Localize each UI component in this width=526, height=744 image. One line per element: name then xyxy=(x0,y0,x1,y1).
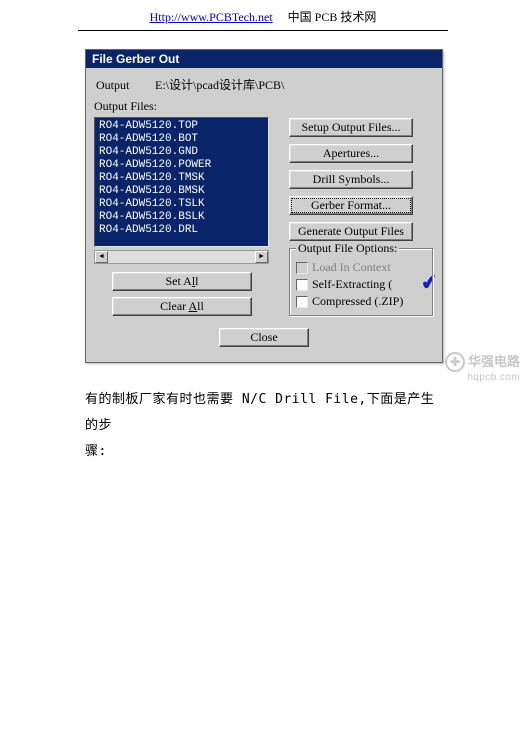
list-item[interactable]: RO4-ADW5120.DRL xyxy=(99,224,264,237)
gerber-format-button[interactable]: Gerber Format... xyxy=(289,196,413,215)
page-header: Http://www.PCBTech.net 中国 PCB 技术网 xyxy=(0,0,526,28)
watermark-url: hqpcb.com xyxy=(445,372,520,384)
dialog-gerber-out: File Gerber Out Output E:\设计\pcad设计库\PCB… xyxy=(85,49,443,363)
list-item[interactable]: RO4-ADW5120.TOP xyxy=(99,120,264,133)
watermark: ✚ 华强电路 hqpcb.com xyxy=(445,352,520,384)
output-files-list[interactable]: RO4-ADW5120.TOP RO4-ADW5120.BOT RO4-ADW5… xyxy=(94,117,269,247)
set-all-button[interactable]: Set All xyxy=(112,272,252,291)
h-scrollbar[interactable]: ◄ ► xyxy=(94,250,269,264)
apertures-button[interactable]: Apertures... xyxy=(289,144,413,163)
list-item[interactable]: RO4-ADW5120.TMSK xyxy=(99,172,264,185)
opt-load-label: Load In Context xyxy=(312,260,391,275)
output-files-label: Output Files: xyxy=(94,99,434,117)
scroll-right-icon[interactable]: ► xyxy=(255,251,268,263)
generate-output-files-button[interactable]: Generate Output Files xyxy=(289,222,413,241)
header-site-name: 中国 PCB 技术网 xyxy=(288,10,377,24)
opt-load-row: Load In Context xyxy=(296,259,427,276)
checkbox-self-extracting[interactable] xyxy=(296,279,308,291)
close-button[interactable]: Close xyxy=(219,328,309,347)
body-paragraph: 有的制板厂家有时也需要 N/C Drill File,下面是产生的步 骤: xyxy=(85,387,441,465)
list-item[interactable]: RO4-ADW5120.BOT xyxy=(99,133,264,146)
output-path: E:\设计\pcad设计库\PCB\ xyxy=(155,78,284,92)
opt-self-row: Self-Extracting ( xyxy=(296,276,427,293)
list-item[interactable]: RO4-ADW5120.POWER xyxy=(99,159,264,172)
output-row: Output E:\设计\pcad设计库\PCB\ xyxy=(94,74,434,99)
list-item[interactable]: RO4-ADW5120.BSLK xyxy=(99,211,264,224)
opt-zip-label: Compressed (.ZIP) xyxy=(312,294,403,309)
watermark-brand: 华强电路 xyxy=(468,356,520,368)
header-link[interactable]: Http://www.PCBTech.net xyxy=(150,10,273,24)
setup-output-files-button[interactable]: Setup Output Files... xyxy=(289,118,413,137)
drill-symbols-button[interactable]: Drill Symbols... xyxy=(289,170,413,189)
divider xyxy=(78,30,448,31)
clear-all-button[interactable]: Clear All xyxy=(112,297,252,316)
scroll-left-icon[interactable]: ◄ xyxy=(95,251,108,263)
list-item[interactable]: RO4-ADW5120.TSLK xyxy=(99,198,264,211)
checkbox-load xyxy=(296,262,308,274)
opt-zip-row: Compressed (.ZIP) xyxy=(296,293,427,310)
opt-self-label: Self-Extracting ( xyxy=(312,277,392,292)
checkbox-compressed-zip[interactable] xyxy=(296,296,308,308)
list-item[interactable]: RO4-ADW5120.BMSK xyxy=(99,185,264,198)
output-label: Output xyxy=(96,78,152,93)
group-title: Output File Options: xyxy=(296,241,399,256)
titlebar: File Gerber Out xyxy=(86,50,442,68)
output-file-options-group: Output File Options: Load In Context Sel… xyxy=(289,248,434,317)
list-item[interactable]: RO4-ADW5120.GND xyxy=(99,146,264,159)
watermark-logo-icon: ✚ xyxy=(445,352,465,372)
